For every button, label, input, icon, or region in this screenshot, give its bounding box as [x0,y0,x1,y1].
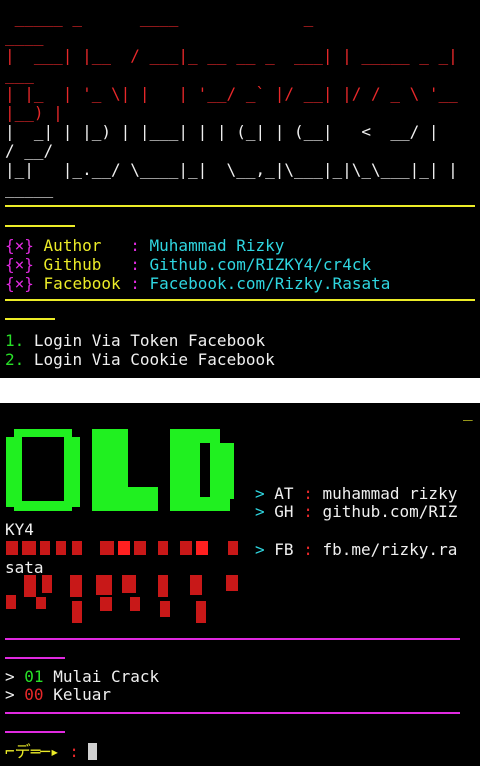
ascii-line-1: _____ _ ____ _ [5,8,314,27]
input-line[interactable] [0,378,480,403]
prompt-sep: : [69,742,79,761]
ascii-line-4: ___ [5,65,34,84]
contact-sep: : [303,502,313,521]
info-row-github: {×} Github : Github.com/RIZKY4/cr4ck [5,255,371,274]
menu-label: Login Via Token Facebook [33,331,266,350]
ascii-line-3: | ___| |__ / ___|_ __ __ _ ___| | _____ … [5,46,458,65]
contact-key: GH [274,502,294,521]
divider [5,657,65,659]
menu-label: Login Via Cookie Facebook [33,350,275,369]
contact-row-fb: > FB : fb.me/rizky.ra [255,540,457,559]
menu-label: Keluar [53,685,111,704]
info-value: Github.com/RIZKY4/cr4ck [149,255,372,274]
text-cursor [88,743,98,760]
contact-key: FB [274,540,294,559]
ascii-line-6: |__) | [5,103,63,122]
info-value: Muhammad Rizky [149,236,285,255]
contact-arrow: > [255,484,265,503]
old-logo-icon [6,429,238,623]
menu-item-exit: > 00 Keluar [5,685,111,704]
menu-number: 1. [5,331,25,350]
info-value: Facebook.com/Rizky.Rasata [149,274,391,293]
contact-arrow: > [255,540,265,559]
info-key: Github [43,255,121,274]
contact-value: fb.me/rizky.ra [322,540,458,559]
divider [5,731,65,733]
terminal: _____ _ ____ _ ____ | ___| |__ / ___|_ _… [0,0,480,766]
divider [5,299,475,301]
info-mark: {×} [5,255,34,274]
input-prompt[interactable]: ⌐デ═─▸ : [5,742,98,761]
ascii-line-2: ____ [5,27,44,46]
info-sep: : [130,236,140,255]
info-sep: : [130,255,140,274]
info-row-facebook: {×} Facebook : Facebook.com/Rizky.Rasata [5,274,390,293]
info-row-author: {×} Author : Muhammad Rizky [5,236,284,255]
menu-number: 00 [24,685,44,704]
divider [5,205,475,207]
divider [5,225,75,227]
contact-wrap-1: KY4 [5,520,34,539]
menu-item-cookie: 2. Login Via Cookie Facebook [5,350,275,369]
divider [5,638,460,640]
menu-item-token: 1. Login Via Token Facebook [5,331,265,350]
ascii-line-9: |_| |_.__/ \____|_| \__,_|\___|_|\_\___|… [5,160,458,179]
contact-wrap-2: sata [5,558,44,577]
corner-mark: _ [463,402,473,421]
contact-key: AT [274,484,294,503]
contact-row-at: > AT : muhammad rizky [255,484,457,503]
info-mark: {×} [5,236,34,255]
menu-arrow: > [5,667,15,686]
info-mark: {×} [5,274,34,293]
ascii-line-5: | |_ | '_ \| | | '__/ _` |/ __| |/ / _ \… [5,84,458,103]
menu-item-start: > 01 Mulai Crack [5,667,159,686]
info-key: Author [43,236,121,255]
divider [5,318,55,320]
info-key: Facebook [43,274,121,293]
contact-sep: : [303,484,313,503]
menu-number: 01 [24,667,44,686]
menu-number: 2. [5,350,25,369]
prompt-gun-icon: ⌐デ═─▸ [5,742,60,761]
menu-label: Mulai Crack [53,667,160,686]
contact-value: github.com/RIZ [322,502,458,521]
ascii-line-8: / __/ [5,141,54,160]
ascii-line-10: _____ [5,179,54,198]
contact-sep: : [303,540,313,559]
contact-value: muhammad rizky [322,484,458,503]
info-sep: : [130,274,140,293]
contact-arrow: > [255,502,265,521]
ascii-line-7: | _| | |_) | |___| | | (_| | (__| < __/ … [5,122,439,141]
contact-row-gh: > GH : github.com/RIZ [255,502,457,521]
menu-arrow: > [5,685,15,704]
divider [5,712,460,714]
